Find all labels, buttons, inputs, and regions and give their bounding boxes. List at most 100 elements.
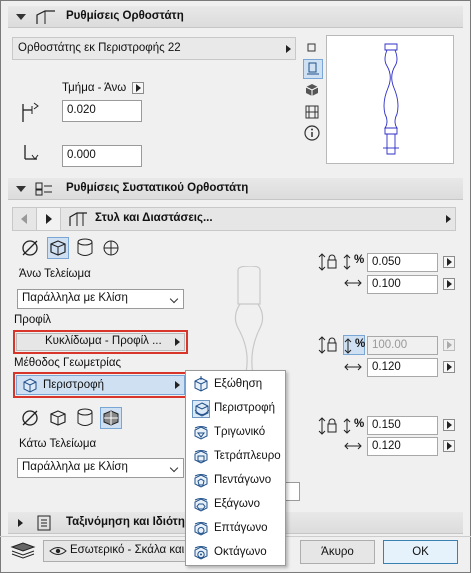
top-height-input[interactable]: 0.050: [367, 253, 438, 272]
finish-sphere-button[interactable]: [100, 237, 122, 259]
finish-box-button[interactable]: [47, 237, 69, 259]
geometry-label: Μέθοδος Γεωμετρίας: [14, 357, 122, 369]
page-select-arrow-icon[interactable]: [446, 215, 451, 223]
height-input[interactable]: 0.000: [62, 145, 142, 167]
info-icon[interactable]: [303, 124, 321, 142]
height-lock-icon-mid[interactable]: [318, 335, 342, 355]
geometry-menu: Εξώθηση Περιστροφή Τριγωνικό Τετράπλευρο…: [185, 370, 286, 566]
top-finish-value: Παράλληλα με Κλίση: [22, 292, 128, 304]
menu-item-label: Οκτάγωνο: [214, 546, 267, 558]
layer-select[interactable]: Εσωτερικό - Σκάλα και ...: [43, 540, 197, 562]
menu-item-hexagon[interactable]: Εξάγωνο: [186, 493, 285, 516]
plan-view-icon[interactable]: [303, 39, 321, 57]
classification-title: Ταξινόμηση και Ιδιότητα: [66, 516, 197, 528]
post-preview: [326, 35, 454, 164]
profile-label: Προφίλ: [14, 314, 52, 326]
bottom-finish-sphere-button[interactable]: [100, 407, 122, 429]
post-settings-title: Ρυθμίσεις Ορθοστάτη: [66, 10, 184, 22]
style-page-icon: [69, 212, 87, 226]
bottom-finish-box-button[interactable]: [47, 407, 69, 429]
menu-item-revolve[interactable]: Περιστροφή: [186, 397, 285, 420]
top-width-arrow-button[interactable]: [443, 278, 455, 290]
bottom-height-input[interactable]: 0.150: [367, 416, 438, 435]
bottom-width-arrow-button[interactable]: [443, 440, 455, 452]
mid-percent-input: 100.00: [367, 336, 438, 355]
menu-item-extrude[interactable]: Εξώθηση: [186, 373, 285, 396]
heptagon-icon: [194, 522, 208, 536]
bottom-finish-select[interactable]: Παράλληλα με Κλίση: [17, 458, 184, 478]
layer-icon: [10, 542, 36, 559]
ok-button[interactable]: ΟΚ: [383, 540, 458, 564]
top-width-input[interactable]: 0.100: [367, 275, 438, 294]
collapse-triangle-icon[interactable]: [16, 186, 26, 192]
percent-toggle-bottom[interactable]: %: [343, 416, 365, 436]
height-dimension-icon: [24, 145, 39, 160]
percent-symbol: %: [355, 338, 366, 350]
mid-width-input[interactable]: 0.120: [367, 358, 438, 377]
component-settings-header[interactable]: Ρυθμίσεις Συστατικού Ορθοστάτη: [8, 178, 463, 200]
top-height-arrow-button[interactable]: [443, 256, 455, 268]
finish-cylinder-button[interactable]: [74, 237, 96, 259]
menu-item-heptagon[interactable]: Επτάγωνο: [186, 517, 285, 540]
offset-dimension-icon: [22, 102, 39, 122]
finish-none-button[interactable]: [19, 237, 41, 259]
width-arrow-icon: [344, 363, 362, 371]
width-arrow-icon: [344, 442, 362, 450]
post-type-label: Ορθοστάτης εκ Περιστροφής 22: [18, 42, 181, 54]
post-settings-header[interactable]: Ρυθμίσεις Ορθοστάτη: [8, 6, 463, 28]
percent-toggle-mid[interactable]: %: [343, 335, 365, 355]
cancel-button[interactable]: Άκυρο: [300, 540, 375, 564]
hexagon-icon: [194, 498, 208, 512]
menu-item-triangular[interactable]: Τριγωνικό: [186, 421, 285, 444]
offset-input[interactable]: 0.020: [62, 100, 142, 122]
profile-select[interactable]: Κυκλίδωμα - Προφίλ ...: [16, 333, 185, 351]
next-page-button[interactable]: [37, 208, 61, 230]
menu-item-label: Τριγωνικό: [214, 426, 266, 438]
triangular-icon: [194, 426, 208, 440]
width-arrow-icon: [344, 279, 362, 287]
menu-item-label: Εξώθηση: [214, 378, 263, 390]
collapse-triangle-icon[interactable]: [16, 14, 26, 20]
layer-value: Εσωτερικό - Σκάλα και ...: [70, 544, 197, 556]
component-settings-icon: [35, 182, 52, 196]
bottom-finish-cylinder-button[interactable]: [74, 407, 96, 429]
mid-width-arrow-button[interactable]: [443, 361, 455, 373]
3d-view-icon[interactable]: [303, 81, 321, 99]
extrude-icon: [194, 376, 208, 392]
geometry-arrow-icon: [175, 381, 180, 389]
bottom-width-input[interactable]: 0.120: [367, 437, 438, 456]
page-select-label[interactable]: Στυλ και Διαστάσεις...: [95, 212, 213, 224]
geometry-select[interactable]: Περιστροφή: [16, 375, 185, 395]
film-strip-icon[interactable]: [303, 103, 321, 121]
menu-item-quadrilateral[interactable]: Τετράπλευρο: [186, 445, 285, 468]
bottom-height-arrow-button[interactable]: [443, 419, 455, 431]
bottom-finish-label: Κάτω Τελείωμα: [19, 438, 97, 450]
bottom-finish-value: Παράλληλα με Κλίση: [22, 461, 128, 473]
percent-toggle-top[interactable]: %: [343, 252, 365, 272]
hidden-field[interactable]: [284, 482, 300, 501]
octagon-icon: [194, 546, 208, 560]
profile-value: Κυκλίδωμα - Προφίλ ...: [45, 335, 162, 347]
baluster-preview-icon: [383, 43, 399, 155]
post-type-selector[interactable]: Ορθοστάτης εκ Περιστροφής 22: [12, 37, 296, 60]
side-view-icon[interactable]: [303, 59, 323, 79]
height-lock-icon-bottom[interactable]: [318, 416, 342, 436]
menu-item-label: Τετράπλευρο: [214, 450, 281, 462]
segment-label: Τμήμα - Άνω: [62, 82, 127, 94]
height-lock-icon[interactable]: [318, 252, 342, 272]
expand-arrow-icon: [286, 45, 291, 53]
prev-page-button[interactable]: [13, 208, 37, 230]
page-nav-bar: Στυλ και Διαστάσεις...: [12, 207, 456, 231]
revolve-icon: [23, 378, 37, 393]
component-settings-title: Ρυθμίσεις Συστατικού Ορθοστάτη: [66, 182, 249, 194]
menu-item-label: Περιστροφή: [214, 402, 275, 414]
bottom-finish-none-button[interactable]: [19, 407, 41, 429]
geometry-value: Περιστροφή: [43, 379, 104, 391]
profile-arrow-icon: [175, 338, 180, 346]
top-finish-select[interactable]: Παράλληλα με Κλίση: [17, 289, 184, 309]
segment-next-button[interactable]: [132, 82, 144, 94]
menu-item-octagon[interactable]: Οκτάγωνο: [186, 541, 285, 564]
menu-item-label: Εξάγωνο: [214, 498, 261, 510]
expand-triangle-icon[interactable]: [18, 519, 23, 527]
menu-item-pentagon[interactable]: Πεντάγωνο: [186, 469, 285, 492]
